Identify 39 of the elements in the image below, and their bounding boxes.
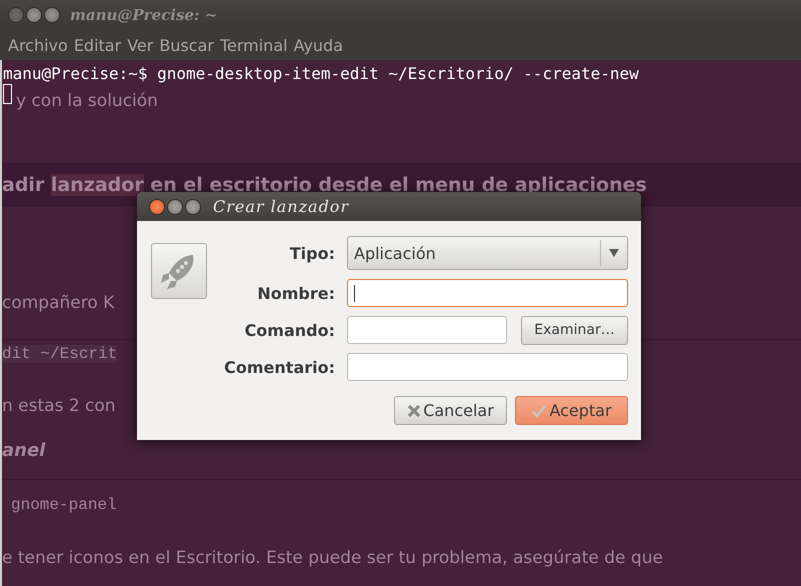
menu-item[interactable]: Editar (74, 36, 122, 54)
window-title: manu@Precise: ~ (70, 6, 218, 24)
type-dropdown[interactable]: Aplicación (347, 236, 628, 270)
paragraph-text: compañero K (2, 293, 114, 313)
browse-button[interactable]: Examinar… (521, 316, 628, 344)
menu-item[interactable]: Archivo (8, 36, 68, 54)
code-text: dit ~/Escrit (2, 345, 118, 363)
field-label: Tipo: (288, 244, 336, 262)
paragraph-text: e tener iconos en el Escritorio. Este puede ser tu problema, asegúrate de que (2, 548, 663, 568)
dropdown-arrow-icon (609, 249, 619, 257)
subheading: anel (2, 440, 46, 461)
close-icon[interactable] (8, 7, 24, 23)
icon-button[interactable] (151, 243, 207, 299)
field-label: Nombre: (256, 284, 336, 302)
input-field[interactable] (347, 279, 628, 307)
accept-button[interactable]: Aceptar (515, 396, 628, 425)
field-label: Comando: (244, 320, 336, 340)
maximize-icon[interactable] (44, 7, 60, 23)
section-heading: adir lanzador en el escritorio desde el menu de aplicaciones (2, 174, 647, 196)
menu-item[interactable]: Ayuda (294, 36, 344, 54)
maximize-icon[interactable] (185, 198, 201, 214)
minimize-icon[interactable] (167, 198, 183, 214)
dialog-title: Crear lanzador (213, 197, 350, 216)
paragraph-text: y con la solución (16, 91, 158, 111)
text-cursor (3, 84, 12, 104)
code-text: gnome-panel (11, 496, 117, 514)
input-field[interactable] (347, 316, 507, 344)
paragraph-text: n estas 2 con (2, 396, 116, 416)
terminal-line: manu@Precise:~$ gnome-desktop-item-edit ~/Escritorio/ --create-new (3, 64, 639, 84)
close-icon (407, 404, 422, 418)
close-icon[interactable] (149, 198, 165, 214)
check-icon (531, 404, 548, 418)
menu-item[interactable]: Terminal (220, 36, 288, 54)
input-field[interactable] (347, 353, 628, 381)
field-label: Comentario: (223, 358, 336, 376)
cancel-button[interactable]: Cancelar (394, 396, 507, 425)
menu-item[interactable]: Ver (127, 36, 154, 54)
minimize-icon[interactable] (26, 7, 42, 23)
menu-item[interactable]: Buscar (159, 36, 214, 54)
